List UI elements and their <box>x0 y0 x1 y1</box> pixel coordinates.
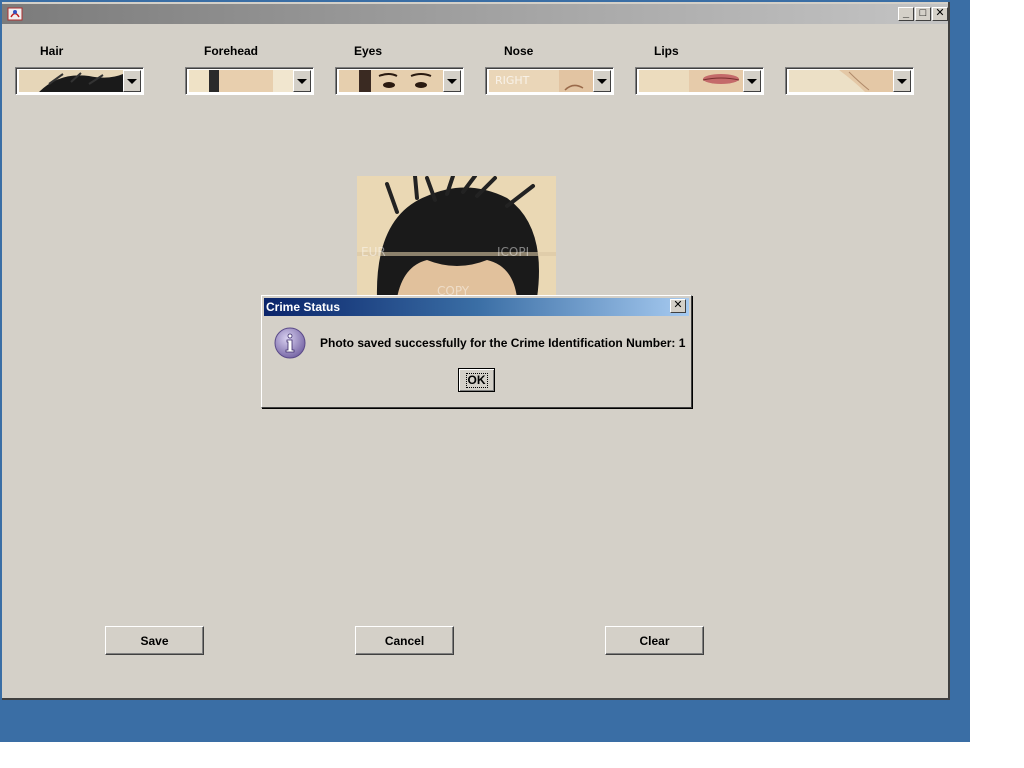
dialog-titlebar[interactable]: Crime Status ✕ <box>264 298 689 316</box>
lips-dropdown-arrow-icon[interactable] <box>743 70 761 92</box>
eyes-dropdown-arrow-icon[interactable] <box>443 70 461 92</box>
eyes-label: Eyes <box>354 44 383 58</box>
svg-text:EUR: EUR <box>361 245 386 259</box>
save-button[interactable]: Save <box>105 626 204 655</box>
ok-button[interactable]: OK <box>458 368 495 392</box>
forehead-select[interactable] <box>185 67 314 95</box>
forehead-thumbnail <box>189 70 293 92</box>
hair-select[interactable] <box>15 67 144 95</box>
ok-label: OK <box>465 372 488 388</box>
nose-dropdown-arrow-icon[interactable] <box>593 70 611 92</box>
information-icon <box>274 327 306 359</box>
dialog-title: Crime Status <box>266 300 341 314</box>
lips-select[interactable] <box>635 67 764 95</box>
nose-select[interactable]: RIGHT <box>485 67 614 95</box>
eyes-thumbnail <box>339 70 443 92</box>
lips-thumbnail <box>639 70 743 92</box>
hair-label: Hair <box>40 44 64 58</box>
chin-thumbnail <box>789 70 893 92</box>
chin-dropdown-arrow-icon[interactable] <box>893 70 911 92</box>
lips-label: Lips <box>654 44 679 58</box>
nose-label: Nose <box>504 44 534 58</box>
forehead-label: Forehead <box>204 44 259 58</box>
dialog-message: Photo saved successfully for the Crime I… <box>320 336 686 350</box>
hair-thumbnail <box>19 70 123 92</box>
chin-select[interactable] <box>785 67 914 95</box>
svg-text:ICOPI: ICOPI <box>497 245 529 259</box>
clear-button[interactable]: Clear <box>605 626 704 655</box>
maximize-button[interactable]: □ <box>915 7 931 21</box>
svg-text:RIGHT: RIGHT <box>495 74 530 87</box>
java-app-icon <box>7 7 23 21</box>
eyes-select[interactable] <box>335 67 464 95</box>
dialog-close-button[interactable]: ✕ <box>670 299 686 313</box>
crime-status-dialog: Crime Status ✕ Photo saved successfully … <box>261 295 692 408</box>
composite-face-photo: EUR ICOPI COPY <box>357 176 556 298</box>
cancel-button[interactable]: Cancel <box>355 626 454 655</box>
hair-dropdown-arrow-icon[interactable] <box>123 70 141 92</box>
minimize-button[interactable]: _ <box>898 7 914 21</box>
nose-thumbnail: RIGHT <box>489 70 593 92</box>
window-titlebar[interactable]: _ □ ✕ <box>2 4 948 24</box>
forehead-dropdown-arrow-icon[interactable] <box>293 70 311 92</box>
close-window-button[interactable]: ✕ <box>932 7 948 21</box>
